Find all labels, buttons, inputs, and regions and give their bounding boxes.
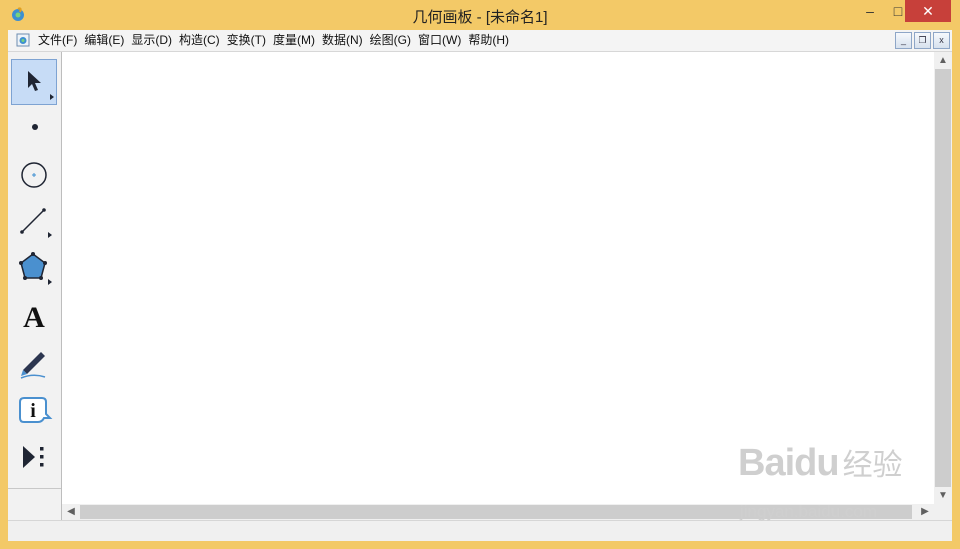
segment-icon (20, 208, 52, 238)
text-A-icon: A (23, 301, 45, 334)
document-area: A i ▲ ▼ ◀ ▶ (8, 52, 952, 520)
arrow-icon (28, 71, 54, 100)
toolbox: A i (8, 52, 62, 520)
information-tool[interactable]: i (11, 387, 57, 433)
selection-arrow-tool[interactable] (11, 59, 57, 105)
svg-text:A: A (23, 301, 45, 334)
info-icon: i (19, 397, 53, 423)
straightedge-tool[interactable] (11, 199, 57, 245)
marker-pen-icon (20, 352, 46, 379)
doc-close-button[interactable]: x (933, 32, 950, 49)
horizontal-scroll-thumb[interactable] (80, 505, 912, 519)
custom-tool[interactable] (11, 434, 57, 480)
compass-tool[interactable] (11, 152, 57, 198)
circle-icon (21, 162, 47, 188)
text-tool[interactable]: A (11, 293, 57, 339)
minimize-button[interactable]: – (855, 0, 885, 22)
sketch-canvas[interactable] (62, 52, 934, 504)
doc-restore-button[interactable]: ❐ (914, 32, 931, 49)
vertical-scroll-thumb[interactable] (935, 69, 951, 487)
marker-tool[interactable] (11, 340, 57, 386)
title-bar[interactable]: 几何画板 - [未命名1] – □ ✕ (0, 0, 960, 30)
doc-minimize-button[interactable]: _ (895, 32, 912, 49)
menu-graph[interactable]: 绘图(G) (370, 30, 418, 51)
polygon-tool[interactable] (11, 246, 57, 292)
scroll-left-button[interactable]: ◀ (62, 504, 80, 520)
menu-edit[interactable]: 编辑(E) (84, 30, 131, 51)
close-button[interactable]: ✕ (905, 0, 951, 22)
horizontal-scrollbar[interactable]: ◀ ▶ (62, 504, 934, 520)
menu-data[interactable]: 数据(N) (322, 30, 370, 51)
menu-display[interactable]: 显示(D) (131, 30, 179, 51)
resize-grip[interactable] (934, 504, 952, 520)
play-custom-icon (23, 446, 44, 468)
menu-transform[interactable]: 变换(T) (227, 30, 273, 51)
document-window-controls: _ ❐ x (895, 32, 950, 49)
scroll-up-button[interactable]: ▲ (934, 52, 952, 69)
menu-window[interactable]: 窗口(W) (418, 30, 468, 51)
menu-help[interactable]: 帮助(H) (468, 30, 516, 51)
scroll-right-button[interactable]: ▶ (916, 504, 934, 520)
point-tool[interactable] (11, 105, 57, 151)
menu-file[interactable]: 文件(F) (38, 30, 84, 51)
toolbox-divider (8, 488, 61, 489)
app-window: 几何画板 - [未命名1] – □ ✕ 文件(F) 编辑(E) 显示(D) 构造… (0, 0, 960, 549)
window-title: 几何画板 - [未命名1] (412, 9, 548, 26)
status-bar (8, 520, 952, 541)
polygon-icon (19, 252, 52, 285)
point-icon (32, 124, 38, 130)
vertical-scrollbar[interactable]: ▲ ▼ (934, 52, 952, 504)
menu-bar: 文件(F) 编辑(E) 显示(D) 构造(C) 变换(T) 度量(M) 数据(N… (8, 30, 952, 52)
scroll-down-button[interactable]: ▼ (934, 487, 952, 504)
menu-measure[interactable]: 度量(M) (273, 30, 322, 51)
menu-construct[interactable]: 构造(C) (179, 30, 227, 51)
document-icon[interactable] (16, 33, 30, 47)
menu-items: 文件(F) 编辑(E) 显示(D) 构造(C) 变换(T) 度量(M) 数据(N… (38, 30, 516, 51)
svg-text:i: i (30, 400, 36, 422)
